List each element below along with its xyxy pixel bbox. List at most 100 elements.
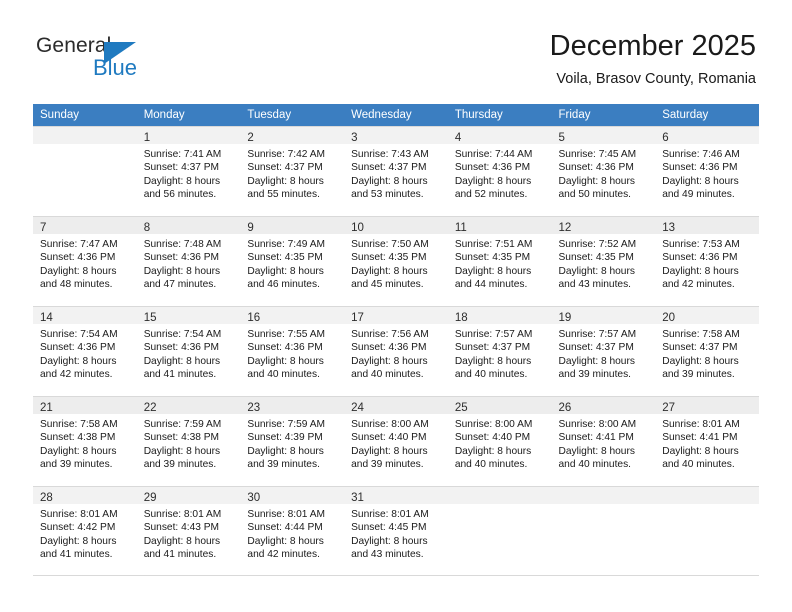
calendar-cell-day[interactable]: 25 Sunrise: 8:00 AM Sunset: 4:40 PM Dayligh…: [447, 396, 552, 486]
day-detail-line: Sunset: 4:39 PM: [247, 432, 323, 444]
calendar-cell: [551, 486, 656, 576]
logo-text-blue: Blue: [93, 55, 138, 80]
day-detail-line: Daylight: 8 hours: [351, 175, 428, 187]
calendar-cell: 12 Sunrise: 7:52 AM Sunset: 4:35 PM Dayligh…: [551, 216, 656, 306]
calendar-cell-day[interactable]: 13 Sunrise: 7:53 AM Sunset: 4:36 PM Dayligh…: [655, 216, 759, 306]
day-detail-line: Sunrise: 7:50 AM: [351, 239, 429, 250]
calendar-cell-day[interactable]: 14 Sunrise: 7:54 AM Sunset: 4:36 PM Dayligh…: [33, 306, 137, 396]
location-subtitle: Voila, Brasov County, Romania: [556, 71, 756, 87]
day-details: Sunrise: 8:00 AM Sunset: 4:40 PM Daylight:…: [344, 414, 448, 471]
calendar-cell-day[interactable]: 23 Sunrise: 7:59 AM Sunset: 4:39 PM Dayligh…: [240, 396, 345, 486]
day-detail-line: Sunset: 4:44 PM: [247, 522, 323, 534]
day-details: Sunrise: 7:51 AM Sunset: 4:35 PM Daylight:…: [448, 234, 552, 291]
day-detail-line: and 50 minutes.: [558, 188, 632, 200]
calendar-cell-day[interactable]: 2 Sunrise: 7:42 AM Sunset: 4:37 PM Daylight…: [240, 126, 345, 216]
day-details: Sunrise: 7:52 AM Sunset: 4:35 PM Daylight:…: [552, 234, 656, 291]
day-number: 11: [454, 222, 467, 234]
calendar-cell-day[interactable]: 12 Sunrise: 7:52 AM Sunset: 4:35 PM Dayligh…: [551, 216, 656, 306]
calendar-week-row: 14 Sunrise: 7:54 AM Sunset: 4:36 PM Dayligh…: [33, 306, 759, 396]
day-details: Sunrise: 7:44 AM Sunset: 4:36 PM Daylight:…: [448, 144, 552, 201]
calendar-cell-day[interactable]: 18 Sunrise: 7:57 AM Sunset: 4:37 PM Dayligh…: [447, 306, 552, 396]
day-number-band: 25: [447, 397, 552, 414]
day-detail-line: Sunrise: 7:52 AM: [558, 239, 637, 250]
calendar-cell-day[interactable]: 8 Sunrise: 7:48 AM Sunset: 4:36 PM Daylight…: [136, 216, 241, 306]
day-number-band: 31: [344, 487, 448, 504]
calendar-cell-day[interactable]: 31 Sunrise: 8:01 AM Sunset: 4:45 PM Dayligh…: [344, 486, 448, 576]
day-detail-line: and 43 minutes.: [558, 278, 632, 290]
day-detail-line: and 45 minutes.: [351, 278, 424, 290]
calendar-cell-day[interactable]: 21 Sunrise: 7:58 AM Sunset: 4:38 PM Dayligh…: [33, 396, 137, 486]
calendar-cell-day[interactable]: 26 Sunrise: 8:00 AM Sunset: 4:41 PM Dayligh…: [551, 396, 656, 486]
day-details: Sunrise: 7:54 AM Sunset: 4:36 PM Daylight:…: [33, 324, 137, 381]
calendar-cell-day[interactable]: 19 Sunrise: 7:57 AM Sunset: 4:37 PM Dayligh…: [551, 306, 656, 396]
calendar-cell-day[interactable]: 11 Sunrise: 7:51 AM Sunset: 4:35 PM Dayligh…: [447, 216, 552, 306]
day-number-band: [447, 487, 552, 504]
day-number-band: 27: [655, 397, 759, 414]
calendar-cell-day[interactable]: 1 Sunrise: 7:41 AM Sunset: 4:37 PM Daylight…: [136, 126, 241, 216]
calendar-cell-empty: [655, 486, 759, 576]
calendar-cell-day[interactable]: 27 Sunrise: 8:01 AM Sunset: 4:41 PM Dayligh…: [655, 396, 759, 486]
day-detail-line: Sunset: 4:36 PM: [40, 342, 116, 354]
calendar-cell: 3 Sunrise: 7:43 AM Sunset: 4:37 PM Daylight…: [344, 126, 448, 216]
day-details: Sunrise: 7:55 AM Sunset: 4:36 PM Daylight:…: [240, 324, 344, 381]
calendar-cell-day[interactable]: 30 Sunrise: 8:01 AM Sunset: 4:44 PM Dayligh…: [240, 486, 345, 576]
day-detail-line: Sunset: 4:37 PM: [351, 162, 427, 174]
calendar-cell-day[interactable]: 10 Sunrise: 7:50 AM Sunset: 4:35 PM Dayligh…: [344, 216, 448, 306]
calendar-cell-day[interactable]: 6 Sunrise: 7:46 AM Sunset: 4:36 PM Daylight…: [655, 126, 759, 216]
calendar-cell: 22 Sunrise: 7:59 AM Sunset: 4:38 PM Dayligh…: [136, 396, 241, 486]
calendar-cell-day[interactable]: 29 Sunrise: 8:01 AM Sunset: 4:43 PM Dayligh…: [136, 486, 241, 576]
day-detail-line: Daylight: 8 hours: [662, 445, 739, 457]
calendar-cell: 7 Sunrise: 7:47 AM Sunset: 4:36 PM Daylight…: [33, 216, 137, 306]
day-detail-line: Sunrise: 8:01 AM: [143, 509, 222, 520]
day-number-band: 11: [447, 217, 552, 234]
day-detail-line: Daylight: 8 hours: [351, 265, 428, 277]
day-detail-line: and 40 minutes.: [247, 368, 320, 380]
calendar-cell-day[interactable]: 17 Sunrise: 7:56 AM Sunset: 4:36 PM Dayligh…: [344, 306, 448, 396]
calendar-cell-day[interactable]: 7 Sunrise: 7:47 AM Sunset: 4:36 PM Daylight…: [33, 216, 137, 306]
calendar-cell-day[interactable]: 24 Sunrise: 8:00 AM Sunset: 4:40 PM Dayligh…: [344, 396, 448, 486]
day-number-band: 16: [240, 307, 345, 324]
day-details: Sunrise: 7:50 AM Sunset: 4:35 PM Daylight:…: [344, 234, 448, 291]
calendar-cell-day[interactable]: 9 Sunrise: 7:49 AM Sunset: 4:35 PM Daylight…: [240, 216, 345, 306]
day-detail-line: Daylight: 8 hours: [454, 175, 532, 187]
calendar-cell: 17 Sunrise: 7:56 AM Sunset: 4:36 PM Dayligh…: [344, 306, 448, 396]
calendar-cell: 30 Sunrise: 8:01 AM Sunset: 4:44 PM Dayligh…: [240, 486, 345, 576]
day-number: 5: [558, 132, 565, 144]
day-number-band: 17: [344, 307, 448, 324]
calendar-cell-day[interactable]: 3 Sunrise: 7:43 AM Sunset: 4:37 PM Daylight…: [344, 126, 448, 216]
day-detail-line: Sunset: 4:36 PM: [40, 252, 116, 264]
day-number-band: 30: [240, 487, 345, 504]
day-detail-line: Daylight: 8 hours: [40, 265, 117, 277]
weekday-header-sunday: Sunday: [33, 104, 137, 126]
calendar-cell-day[interactable]: 28 Sunrise: 8:01 AM Sunset: 4:42 PM Dayligh…: [33, 486, 137, 576]
day-detail-line: Sunrise: 7:59 AM: [143, 419, 222, 430]
title-block: December 2025 Voila, Brasov County, Roma…: [550, 28, 756, 90]
calendar-cell-day[interactable]: 5 Sunrise: 7:45 AM Sunset: 4:36 PM Daylight…: [551, 126, 656, 216]
day-detail-line: Daylight: 8 hours: [351, 355, 428, 367]
calendar-cell: 16 Sunrise: 7:55 AM Sunset: 4:36 PM Dayligh…: [240, 306, 345, 396]
calendar-cell: 2 Sunrise: 7:42 AM Sunset: 4:37 PM Daylight…: [240, 126, 345, 216]
day-detail-line: and 48 minutes.: [40, 278, 113, 290]
day-detail-line: and 40 minutes.: [454, 458, 528, 470]
calendar-cell-day[interactable]: 16 Sunrise: 7:55 AM Sunset: 4:36 PM Dayligh…: [240, 306, 345, 396]
day-detail-line: and 40 minutes.: [558, 458, 632, 470]
day-details: Sunrise: 8:01 AM Sunset: 4:41 PM Daylight:…: [655, 414, 759, 471]
calendar-cell: 11 Sunrise: 7:51 AM Sunset: 4:35 PM Dayligh…: [447, 216, 552, 306]
calendar-cell-day[interactable]: 4 Sunrise: 7:44 AM Sunset: 4:36 PM Daylight…: [447, 126, 552, 216]
day-detail-line: and 46 minutes.: [247, 278, 320, 290]
day-number: 22: [143, 402, 157, 414]
general-blue-logo[interactable]: General Blue: [36, 34, 236, 84]
day-detail-line: Sunrise: 7:58 AM: [40, 419, 118, 430]
day-detail-line: Daylight: 8 hours: [40, 535, 117, 547]
calendar-cell-day[interactable]: 15 Sunrise: 7:54 AM Sunset: 4:36 PM Dayligh…: [136, 306, 241, 396]
day-number-band: 19: [551, 307, 656, 324]
weekday-header-thursday: Thursday: [447, 104, 552, 126]
calendar-cell-day[interactable]: 20 Sunrise: 7:58 AM Sunset: 4:37 PM Dayligh…: [655, 306, 759, 396]
day-number: 14: [40, 312, 53, 324]
calendar-cell-day[interactable]: 22 Sunrise: 7:59 AM Sunset: 4:38 PM Dayligh…: [136, 396, 241, 486]
day-detail-line: and 56 minutes.: [143, 188, 217, 200]
calendar-cell-empty: [447, 486, 552, 576]
calendar-cell: 21 Sunrise: 7:58 AM Sunset: 4:38 PM Dayligh…: [33, 396, 137, 486]
calendar-cell: 26 Sunrise: 8:00 AM Sunset: 4:41 PM Dayligh…: [551, 396, 656, 486]
day-detail-line: Sunrise: 7:59 AM: [247, 419, 325, 430]
